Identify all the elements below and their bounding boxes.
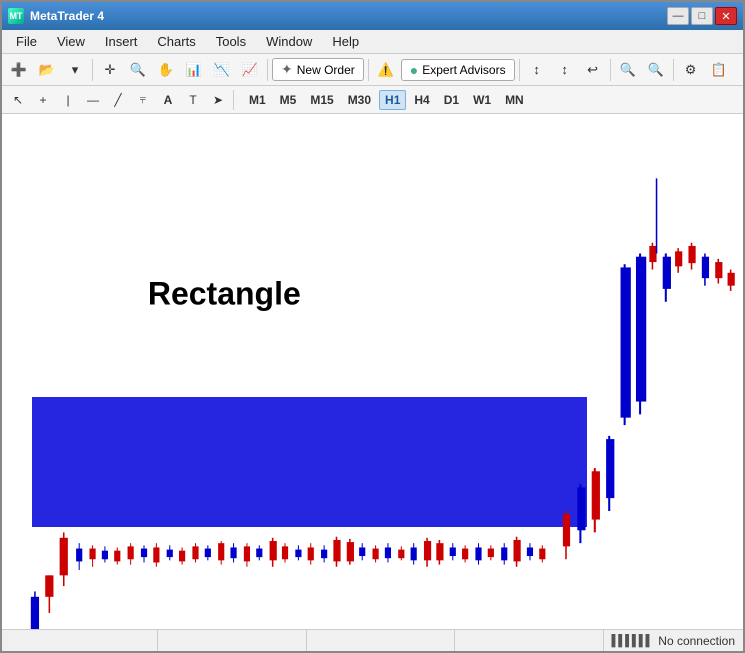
main-window: MT MetaTrader 4 — □ ✕ File View Insert C… [0,0,745,653]
status-right: ▌▌▌▌▌▌ No connection [612,634,735,648]
cursor-button[interactable]: ↖ [6,89,30,111]
maximize-button[interactable]: □ [691,7,713,25]
toolbar-sep-1 [92,59,93,81]
hline-button[interactable]: — [81,89,105,111]
channel-button[interactable]: ⫧ [131,89,155,111]
timeframe-buttons: M1 M5 M15 M30 H1 H4 D1 W1 MN [243,90,530,110]
title-bar: MT MetaTrader 4 — □ ✕ [2,2,743,30]
toolbar-sep-4 [519,59,520,81]
title-bar-left: MT MetaTrader 4 [8,8,104,24]
tf-h1[interactable]: H1 [379,90,406,110]
tf-m30[interactable]: M30 [342,90,377,110]
toolbar-sep-2 [267,59,268,81]
text-label-button[interactable]: T [181,89,205,111]
expert-advisors-button[interactable]: ● Expert Advisors [401,59,515,81]
minimize-button[interactable]: — [667,7,689,25]
sort2-button[interactable]: ↕ [552,58,578,82]
crosshair-button[interactable]: ✛ [97,58,123,82]
app-icon: MT [8,8,24,24]
scroll-button[interactable]: ✋ [153,58,179,82]
status-bar: ▌▌▌▌▌▌ No connection [2,629,743,651]
tf-m1[interactable]: M1 [243,90,272,110]
text-button[interactable]: A [156,89,180,111]
bar-button[interactable]: 📉 [209,58,235,82]
candlestick-chart [2,114,743,629]
title-bar-buttons: — □ ✕ [667,7,737,25]
menu-charts[interactable]: Charts [147,32,205,51]
tf-mn[interactable]: MN [499,90,530,110]
connection-status: No connection [658,634,735,648]
new-order-button[interactable]: ✦ New Order [272,58,364,81]
status-seg-2 [158,630,306,651]
expert-advisors-label: Expert Advisors [422,63,505,77]
alert-button[interactable]: ⚠️ [373,58,399,82]
bars-icon: ▌▌▌▌▌▌ [612,635,653,647]
chart-canvas: Rectangle [2,114,743,629]
tf-m5[interactable]: M5 [274,90,303,110]
menu-help[interactable]: Help [322,32,369,51]
new-chart-button[interactable]: ➕ [6,58,32,82]
menu-window[interactable]: Window [256,32,322,51]
tf-w1[interactable]: W1 [467,90,497,110]
zoom-in-button[interactable]: 🔍 [615,58,641,82]
close-button[interactable]: ✕ [715,7,737,25]
menu-tools[interactable]: Tools [206,32,256,51]
toolbar-sep-6 [673,59,674,81]
status-seg-4 [455,630,603,651]
main-toolbar: ➕ 📂 ▾ ✛ 🔍 ✋ 📊 📉 📈 ✦ New Order ⚠️ ● Exper… [2,54,743,86]
zoom-out-button[interactable]: 🔍 [643,58,669,82]
sort-button[interactable]: ↕ [524,58,550,82]
zoom-button[interactable]: 🔍 [125,58,151,82]
new-order-label: New Order [297,63,355,77]
toolbar-sep-3 [368,59,369,81]
status-seg-3 [307,630,455,651]
toolbar-sep-5 [610,59,611,81]
status-segments [10,630,604,651]
line-button[interactable]: 📈 [237,58,263,82]
candle-button[interactable]: 📊 [181,58,207,82]
tf-m15[interactable]: M15 [304,90,339,110]
chart-area[interactable]: Rectangle [2,114,743,629]
vline-button[interactable]: | [56,89,80,111]
open-button[interactable]: 📂 [34,58,60,82]
drawing-toolbar: ↖ + | — ╱ ⫧ A T ➤ M1 M5 M15 M30 H1 H4 D1… [2,86,743,114]
properties-button[interactable]: ⚙ [678,58,704,82]
menu-insert[interactable]: Insert [95,32,148,51]
toolbar2-sep-1 [233,90,234,110]
sort3-button[interactable]: ↩ [580,58,606,82]
window-title: MetaTrader 4 [30,9,104,23]
menu-bar: File View Insert Charts Tools Window Hel… [2,30,743,54]
template-button[interactable]: 📋 [706,58,732,82]
arrow-button[interactable]: ➤ [206,89,230,111]
line-draw-button[interactable]: ╱ [106,89,130,111]
menu-view[interactable]: View [47,32,95,51]
open-arrow-button[interactable]: ▾ [62,58,88,82]
tf-d1[interactable]: D1 [438,90,465,110]
cross-button[interactable]: + [31,89,55,111]
status-seg-1 [10,630,158,651]
menu-file[interactable]: File [6,32,47,51]
tf-h4[interactable]: H4 [408,90,435,110]
